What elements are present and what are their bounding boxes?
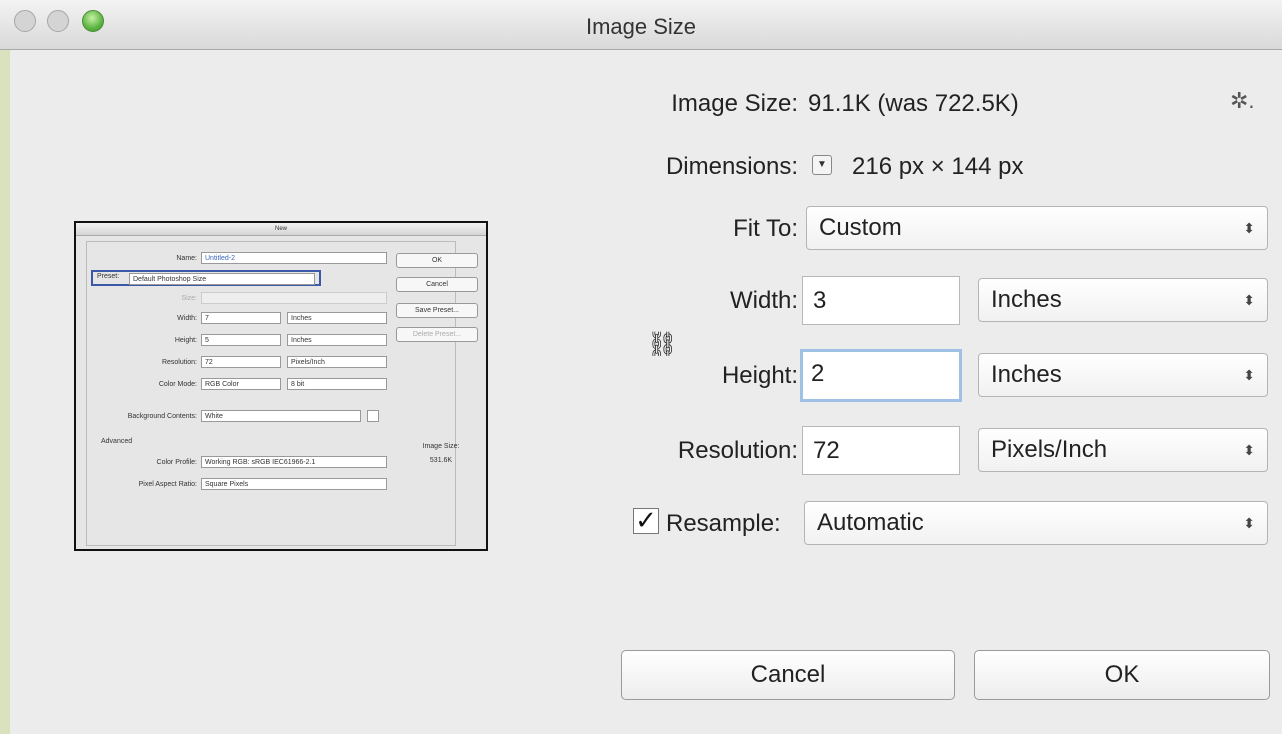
fit-to-label: Fit To: bbox=[733, 215, 798, 242]
preview-ok-button: OK bbox=[396, 253, 478, 268]
preview-resolution-field: 72 bbox=[201, 356, 281, 368]
height-label: Height: bbox=[721, 362, 798, 389]
preview-advanced-label: Advanced bbox=[101, 438, 133, 445]
preview-height-label: Height: bbox=[174, 337, 197, 344]
fit-to-value: Custom bbox=[819, 214, 902, 241]
image-size-dialog: Image Size New Name: Untitled-2 Preset: … bbox=[0, 0, 1282, 734]
title-bar: Image Size bbox=[0, 0, 1282, 50]
image-size-label: Image Size: bbox=[671, 90, 798, 117]
height-unit-select[interactable]: Inches ⬍ bbox=[978, 353, 1268, 397]
window-title: Image Size bbox=[585, 14, 697, 39]
height-unit-value: Inches bbox=[991, 361, 1062, 388]
preview-cancel-button: Cancel bbox=[396, 277, 478, 292]
resample-value: Automatic bbox=[817, 509, 924, 536]
preview-background-label: Background Contents: bbox=[127, 413, 197, 420]
checkmark-icon: ✓ bbox=[635, 505, 657, 535]
resolution-label: Resolution: bbox=[677, 437, 798, 464]
resolution-unit-value: Pixels/Inch bbox=[991, 436, 1108, 463]
width-unit-value: Inches bbox=[991, 286, 1062, 313]
gear-icon[interactable]: ✲. bbox=[1230, 88, 1255, 114]
preview-height-unit: Inches bbox=[287, 334, 387, 346]
preview-size-select bbox=[201, 292, 387, 304]
chevron-updown-icon: ⬍ bbox=[1243, 220, 1255, 236]
left-edge-stripe bbox=[0, 50, 10, 734]
preview-title: New bbox=[76, 223, 486, 236]
preview-image-size-value: 531.6K bbox=[429, 457, 453, 464]
preview-background-select: White bbox=[201, 410, 361, 422]
preview-color-mode-select: RGB Color bbox=[201, 378, 281, 390]
preview-color-mode-label: Color Mode: bbox=[158, 381, 197, 388]
preview-color-profile-select: Working RGB: sRGB IEC61966-2.1 bbox=[201, 456, 387, 468]
preview-width-unit: Inches bbox=[287, 312, 387, 324]
preview-pixel-aspect-label: Pixel Aspect Ratio: bbox=[138, 481, 197, 488]
dimensions-label: Dimensions: bbox=[665, 153, 798, 180]
preview-image-size-label: Image Size: bbox=[422, 443, 460, 450]
image-size-value: 91.1K (was 722.5K) bbox=[808, 90, 1019, 117]
chevron-updown-icon: ⬍ bbox=[1243, 515, 1255, 531]
dimensions-value: 216 px × 144 px bbox=[852, 153, 1024, 180]
constrain-proportions-chain-icon[interactable]: ⛓ bbox=[647, 330, 677, 359]
preview-pixel-aspect-select: Square Pixels bbox=[201, 478, 387, 490]
dimensions-menu-button[interactable]: ▼ bbox=[812, 155, 832, 175]
resample-label: Resample: bbox=[666, 510, 781, 537]
preview-save-preset-button: Save Preset... bbox=[396, 303, 478, 318]
preview-preset-label: Preset: bbox=[97, 273, 120, 280]
width-label: Width: bbox=[729, 287, 798, 314]
preview-size-label: Size: bbox=[181, 295, 197, 302]
chevron-updown-icon: ⬍ bbox=[1243, 367, 1255, 383]
preview-color-profile-label: Color Profile: bbox=[156, 459, 197, 466]
width-field[interactable]: 3 bbox=[802, 276, 960, 325]
preview-bit-depth-select: 8 bit bbox=[287, 378, 387, 390]
ok-button[interactable]: OK bbox=[974, 650, 1270, 700]
preview-resolution-label: Resolution: bbox=[161, 359, 197, 366]
resolution-unit-select[interactable]: Pixels/Inch ⬍ bbox=[978, 428, 1268, 472]
width-unit-select[interactable]: Inches ⬍ bbox=[978, 278, 1268, 322]
triangle-down-icon: ▼ bbox=[817, 159, 827, 170]
preview-width-label: Width: bbox=[177, 315, 197, 322]
preview-delete-preset-button: Delete Preset... bbox=[396, 327, 478, 342]
chevron-updown-icon: ⬍ bbox=[1243, 442, 1255, 458]
preview-preset-select: Default Photoshop Size bbox=[129, 273, 315, 285]
preview-resolution-unit: Pixels/Inch bbox=[287, 356, 387, 368]
cancel-button[interactable]: Cancel bbox=[621, 650, 955, 700]
preview-width-field: 7 bbox=[201, 312, 281, 324]
image-preview[interactable]: New Name: Untitled-2 Preset: Default Pho… bbox=[74, 221, 488, 551]
resample-select[interactable]: Automatic ⬍ bbox=[804, 501, 1268, 545]
preview-name-field: Untitled-2 bbox=[201, 252, 387, 264]
chevron-updown-icon: ⬍ bbox=[1243, 292, 1255, 308]
resample-checkbox[interactable]: ✓ bbox=[633, 505, 659, 535]
resolution-field[interactable]: 72 bbox=[802, 426, 960, 475]
fit-to-select[interactable]: Custom ⬍ bbox=[806, 206, 1268, 250]
preview-height-field: 5 bbox=[201, 334, 281, 346]
preview-background-swatch bbox=[367, 410, 379, 422]
height-field[interactable]: 2 bbox=[800, 349, 962, 402]
preview-name-label: Name: bbox=[176, 255, 197, 262]
